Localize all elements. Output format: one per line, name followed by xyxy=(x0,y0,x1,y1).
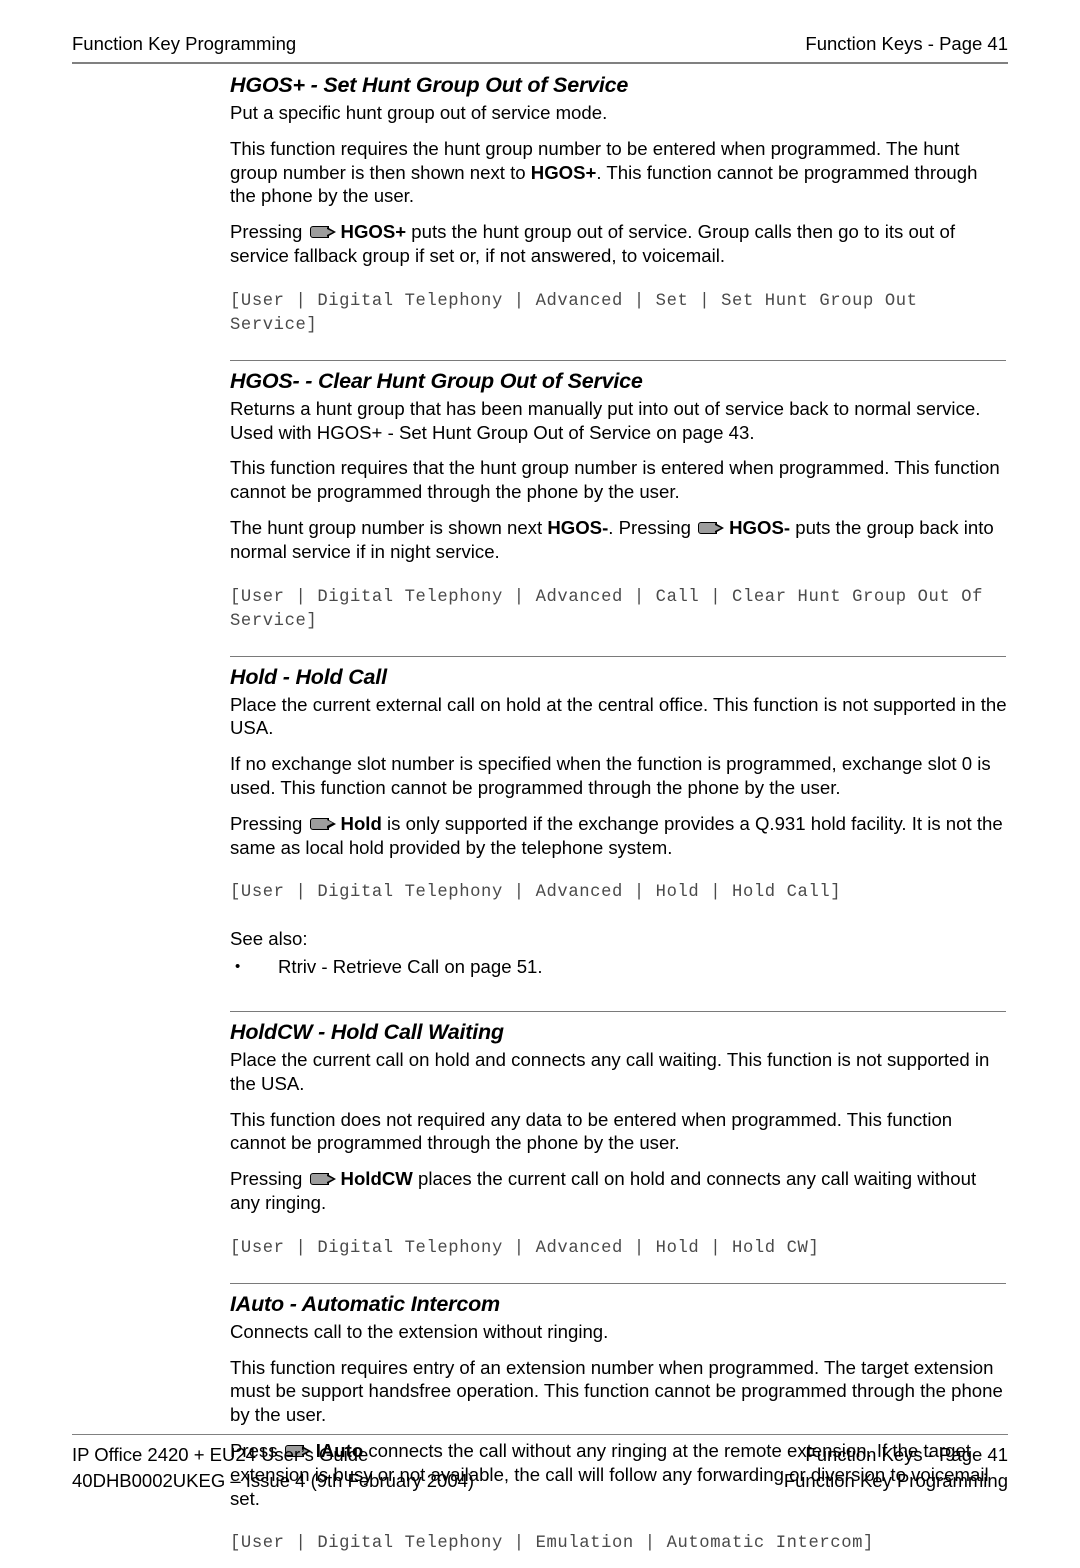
section-divider xyxy=(230,359,1006,361)
paragraph-hgos-plus-1: Put a specific hunt group out of service… xyxy=(230,102,608,123)
paragraph-iauto-1: Connects call to the extension without r… xyxy=(230,1320,609,1342)
paragraph-holdcw-2: This function does not required any data… xyxy=(230,1108,953,1154)
menu-path-iauto: [User | Digital Telephony | Emulation | … xyxy=(230,1534,874,1554)
phone-function-key-icon xyxy=(309,817,337,831)
page-header: Function Key Programming Function Keys -… xyxy=(72,32,1008,56)
paragraph-iauto-2: This function requires entry of an exten… xyxy=(230,1356,1003,1426)
footer-right-line1: Function Keys - Page 41 xyxy=(805,1444,1008,1465)
text-run-bold: HGOS- xyxy=(547,516,609,538)
footer-right: Function Keys - Page 41 Function Key Pro… xyxy=(784,1442,1008,1494)
text-run: Pressing xyxy=(230,1168,308,1190)
text-run-bold: HGOS+ xyxy=(340,221,407,243)
section-title-hgos-plus: HGOS+ - Set Hunt Group Out of Service xyxy=(230,73,629,97)
header-right-text: Function Keys - Page 41 xyxy=(805,33,1008,54)
text-run-bold: HGOS- xyxy=(729,516,791,538)
paragraph-holdcw-3: Pressing HoldCW places the current call … xyxy=(230,1167,1008,1215)
document-content: HGOS+ - Set Hunt Group Out of Service Pu… xyxy=(230,72,1008,1568)
section-divider xyxy=(230,1010,1006,1012)
phone-function-key-icon xyxy=(309,1172,337,1186)
text-run: . Pressing xyxy=(608,516,697,538)
section-title-hgos-minus: HGOS- - Clear Hunt Group Out of Service xyxy=(230,368,643,393)
paragraph-holdcw-1: Place the current call on hold and conne… xyxy=(230,1048,990,1094)
phone-function-key-icon xyxy=(698,521,725,535)
menu-path-holdcw: [User | Digital Telephony | Advanced | H… xyxy=(230,1238,820,1258)
section-hold: Hold - Hold Call Place the current exter… xyxy=(230,655,1008,1011)
key-tip-fill xyxy=(326,1175,333,1182)
section-hgos-plus: HGOS+ - Set Hunt Group Out of Service Pu… xyxy=(230,72,1008,360)
paragraph-hgos-minus-3: The hunt group number is shown next HGOS… xyxy=(230,516,1008,564)
paragraph-hgos-minus-2: This function requires that the hunt gro… xyxy=(230,457,1000,503)
page-footer: IP Office 2420 + EU24 User’s Guide 40DHB… xyxy=(72,1442,1008,1494)
footer-right-line2: Function Key Programming xyxy=(783,1470,1008,1491)
see-also-label: See also: xyxy=(230,928,308,950)
menu-path-hgos-minus: [User | Digital Telephony | Advanced | C… xyxy=(230,587,994,631)
phone-function-key-icon xyxy=(309,225,337,239)
section-divider xyxy=(230,655,1006,657)
footer-left-line2: 40DHB0002UKEG – Issue 4 (9th February 20… xyxy=(72,1470,475,1491)
footer-left: IP Office 2420 + EU24 User’s Guide 40DHB… xyxy=(72,1442,474,1494)
paragraph-hold-1: Place the current external call on hold … xyxy=(230,693,1007,739)
paragraph-hold-2: If no exchange slot number is specified … xyxy=(230,753,991,798)
text-run: Pressing xyxy=(230,221,308,243)
text-run-bold: Hold xyxy=(340,812,382,834)
menu-path-hold: [User | Digital Telephony | Advanced | H… xyxy=(230,883,842,903)
section-divider xyxy=(230,1282,1006,1284)
list-item-label: Rtriv - Retrieve Call on page 51. xyxy=(278,956,543,978)
section-title-hold: Hold - Hold Call xyxy=(230,664,387,689)
section-hgos-minus: HGOS- - Clear Hunt Group Out of Service … xyxy=(230,359,1008,656)
footer-left-line1: IP Office 2420 + EU24 User’s Guide xyxy=(72,1444,369,1465)
paragraph-hgos-minus-1: Returns a hunt group that has been manua… xyxy=(230,397,981,443)
document-page: Function Key Programming Function Keys -… xyxy=(0,0,1080,1553)
section-title-holdcw: HoldCW - Hold Call Waiting xyxy=(230,1019,504,1044)
text-run: Pressing xyxy=(230,812,308,834)
header-divider xyxy=(72,62,1008,64)
paragraph-hgos-plus-2: This function requires the hunt group nu… xyxy=(230,137,1008,208)
text-run-bold: HGOS+ xyxy=(530,161,597,183)
menu-path-hgos-plus: [User | Digital Telephony | Advanced | S… xyxy=(230,291,929,335)
text-run: puts the hunt group out of service. Grou… xyxy=(230,221,955,266)
text-run-bold: HoldCW xyxy=(340,1168,413,1190)
text-run: The hunt group number is shown next xyxy=(230,516,548,538)
bullet-icon: • xyxy=(235,958,241,976)
header-left-text: Function Key Programming xyxy=(72,33,297,54)
section-iauto: IAuto - Automatic Intercom Connects call… xyxy=(230,1282,1008,1557)
section-holdcw: HoldCW - Hold Call Waiting Place the cur… xyxy=(230,1010,1008,1283)
key-tip-fill xyxy=(326,228,333,235)
paragraph-hold-3: Pressing Hold is only supported if the e… xyxy=(230,812,1008,860)
footer-divider xyxy=(72,1434,1008,1435)
section-title-iauto: IAuto - Automatic Intercom xyxy=(230,1291,500,1316)
list-item: • Rtriv - Retrieve Call on page 51. xyxy=(230,955,1008,979)
see-also-list: • Rtriv - Retrieve Call on page 51. xyxy=(230,955,1008,979)
paragraph-hgos-plus-3: Pressing HGOS+ puts the hunt group out o… xyxy=(230,220,1008,268)
key-tip-fill xyxy=(326,820,333,827)
key-tip-fill xyxy=(715,524,722,531)
